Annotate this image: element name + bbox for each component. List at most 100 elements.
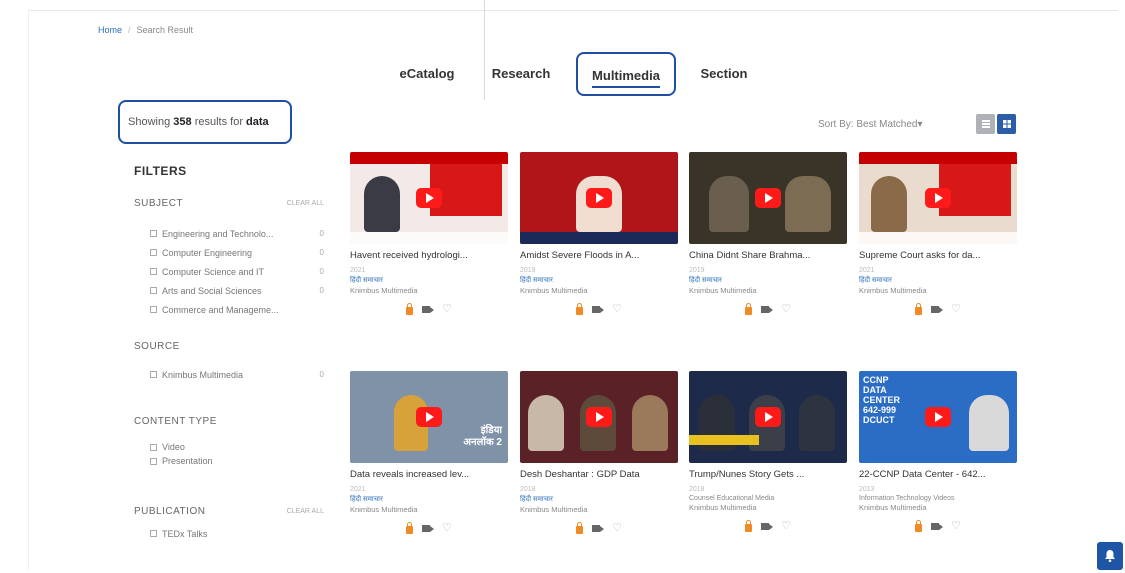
- video-thumbnail[interactable]: इंडिया अनलॉक 2: [350, 371, 508, 463]
- tab-research-label: Research: [491, 66, 551, 81]
- video-thumbnail[interactable]: [520, 152, 678, 244]
- filter-option-label: Computer Engineering: [162, 247, 253, 258]
- checkbox[interactable]: [150, 268, 157, 275]
- list-view-button[interactable]: [976, 114, 995, 134]
- video-card[interactable]: Amidst Severe Floods in A... 2019 हिंदी …: [520, 152, 678, 315]
- heart-icon[interactable]: ♡: [612, 304, 622, 315]
- video-tag[interactable]: Information Technology Videos: [859, 495, 1017, 502]
- video-card[interactable]: Desh Deshantar : GDP Data 2018 हिंदी समा…: [520, 371, 678, 534]
- filter-option[interactable]: Video: [150, 440, 324, 454]
- filter-option[interactable]: TEDx Talks: [150, 524, 324, 543]
- play-icon[interactable]: [755, 407, 781, 427]
- filter-option[interactable]: Presentation: [150, 454, 324, 468]
- video-card[interactable]: इंडिया अनलॉक 2 Data reveals increased le…: [350, 371, 508, 534]
- video-title[interactable]: Supreme Court asks for da...: [859, 250, 1017, 261]
- filter-option-label: Engineering and Technolo...: [162, 228, 274, 239]
- tab-research[interactable]: Research: [486, 52, 556, 96]
- heart-icon[interactable]: ♡: [781, 521, 791, 532]
- filter-option-count: 0: [319, 229, 324, 238]
- filter-option[interactable]: Knimbus Multimedia 0: [150, 365, 324, 384]
- video-tag[interactable]: हिंदी समाचार: [520, 495, 678, 504]
- video-thumbnail[interactable]: [520, 371, 678, 463]
- checkbox[interactable]: [150, 306, 157, 313]
- heart-icon[interactable]: ♡: [951, 521, 961, 532]
- play-icon[interactable]: [416, 407, 442, 427]
- filter-option[interactable]: Commerce and Manageme...: [150, 300, 324, 319]
- video-thumbnail[interactable]: [859, 152, 1017, 244]
- thumbnail-banner: [350, 152, 508, 164]
- checkbox[interactable]: [150, 530, 157, 537]
- tab-multimedia[interactable]: Multimedia: [576, 52, 676, 96]
- video-publisher: Knimbus Multimedia: [350, 286, 418, 295]
- results-count: 358: [173, 116, 192, 128]
- video-card[interactable]: Havent received hydrologi... 2021 हिंदी …: [350, 152, 508, 315]
- video-card[interactable]: China Didnt Share Brahma... 2019 हिंदी स…: [689, 152, 847, 315]
- heart-icon[interactable]: ♡: [781, 304, 791, 315]
- grid-view-button[interactable]: [997, 114, 1016, 134]
- video-card[interactable]: Supreme Court asks for da... 2021 हिंदी …: [859, 152, 1017, 315]
- video-title[interactable]: Data reveals increased lev...: [350, 469, 508, 480]
- filter-option[interactable]: Computer Engineering 0: [150, 243, 324, 262]
- video-publisher: Knimbus Multimedia: [520, 286, 588, 295]
- video-tag[interactable]: हिंदी समाचार: [350, 276, 508, 285]
- sort-dropdown[interactable]: Sort By: Best Matched▾: [818, 119, 923, 130]
- results-summary: Showing 358 results for data: [118, 100, 292, 144]
- video-title[interactable]: Amidst Severe Floods in A...: [520, 250, 678, 261]
- heart-icon[interactable]: ♡: [612, 523, 622, 534]
- video-tag[interactable]: हिंदी समाचार: [520, 276, 678, 285]
- filter-group-title: PUBLICATION: [134, 505, 206, 517]
- video-camera-icon: [592, 306, 605, 313]
- video-publisher: Knimbus Multimedia: [350, 505, 418, 514]
- thumbnail-lower-third: [689, 435, 759, 445]
- video-thumbnail[interactable]: [350, 152, 508, 244]
- video-title[interactable]: China Didnt Share Brahma...: [689, 250, 847, 261]
- clear-all-link[interactable]: CLEAR ALL: [287, 200, 324, 207]
- video-title[interactable]: Havent received hydrologi...: [350, 250, 508, 261]
- heart-icon[interactable]: ♡: [442, 523, 452, 534]
- filter-option[interactable]: Computer Science and IT 0: [150, 262, 324, 281]
- play-icon[interactable]: [586, 407, 612, 427]
- video-title[interactable]: Trump/Nunes Story Gets ...: [689, 469, 847, 480]
- play-icon[interactable]: [416, 188, 442, 208]
- video-title[interactable]: 22-CCNP Data Center - 642...: [859, 469, 1017, 480]
- video-tag[interactable]: Counsel Educational Media: [689, 495, 847, 502]
- notification-button[interactable]: [1097, 542, 1123, 570]
- video-year: 2021: [350, 267, 366, 274]
- video-tag[interactable]: हिंदी समाचार: [689, 276, 847, 285]
- video-thumbnail[interactable]: [689, 152, 847, 244]
- breadcrumb-home-link[interactable]: Home: [98, 25, 122, 35]
- checkbox[interactable]: [150, 371, 157, 378]
- tab-section[interactable]: Section: [696, 52, 752, 96]
- filter-option[interactable]: Engineering and Technolo... 0: [150, 224, 324, 243]
- play-icon[interactable]: [925, 407, 951, 427]
- checkbox[interactable]: [150, 287, 157, 294]
- lock-icon: [745, 303, 753, 315]
- thumbnail-presenter: [871, 176, 907, 232]
- checkbox[interactable]: [150, 443, 157, 451]
- heart-icon[interactable]: ♡: [442, 304, 452, 315]
- clear-all-link[interactable]: CLEAR ALL: [287, 508, 324, 515]
- checkbox[interactable]: [150, 249, 157, 256]
- filter-option-label: Computer Science and IT: [162, 266, 265, 277]
- filter-option-count: 0: [319, 286, 324, 295]
- tab-ecatalog[interactable]: eCatalog: [394, 52, 460, 96]
- video-thumbnail[interactable]: CCNP DATA CENTER 642-999 DCUCT: [859, 371, 1017, 463]
- thumbnail-presenter: [364, 176, 400, 232]
- grid-icon: [1002, 120, 1011, 128]
- video-publisher: Knimbus Multimedia: [859, 286, 927, 295]
- video-tag[interactable]: हिंदी समाचार: [859, 276, 1017, 285]
- checkbox[interactable]: [150, 457, 157, 465]
- filter-option[interactable]: Arts and Social Sciences 0: [150, 281, 324, 300]
- video-title[interactable]: Desh Deshantar : GDP Data: [520, 469, 678, 480]
- heart-icon[interactable]: ♡: [951, 304, 961, 315]
- play-icon[interactable]: [925, 188, 951, 208]
- play-icon[interactable]: [755, 188, 781, 208]
- video-thumbnail[interactable]: [689, 371, 847, 463]
- video-tag[interactable]: हिंदी समाचार: [350, 495, 508, 504]
- results-query: data: [246, 116, 269, 128]
- checkbox[interactable]: [150, 230, 157, 237]
- video-card[interactable]: CCNP DATA CENTER 642-999 DCUCT 22-CCNP D…: [859, 371, 1017, 532]
- video-camera-icon: [592, 525, 605, 532]
- video-card[interactable]: Trump/Nunes Story Gets ... 2018 Counsel …: [689, 371, 847, 532]
- play-icon[interactable]: [586, 188, 612, 208]
